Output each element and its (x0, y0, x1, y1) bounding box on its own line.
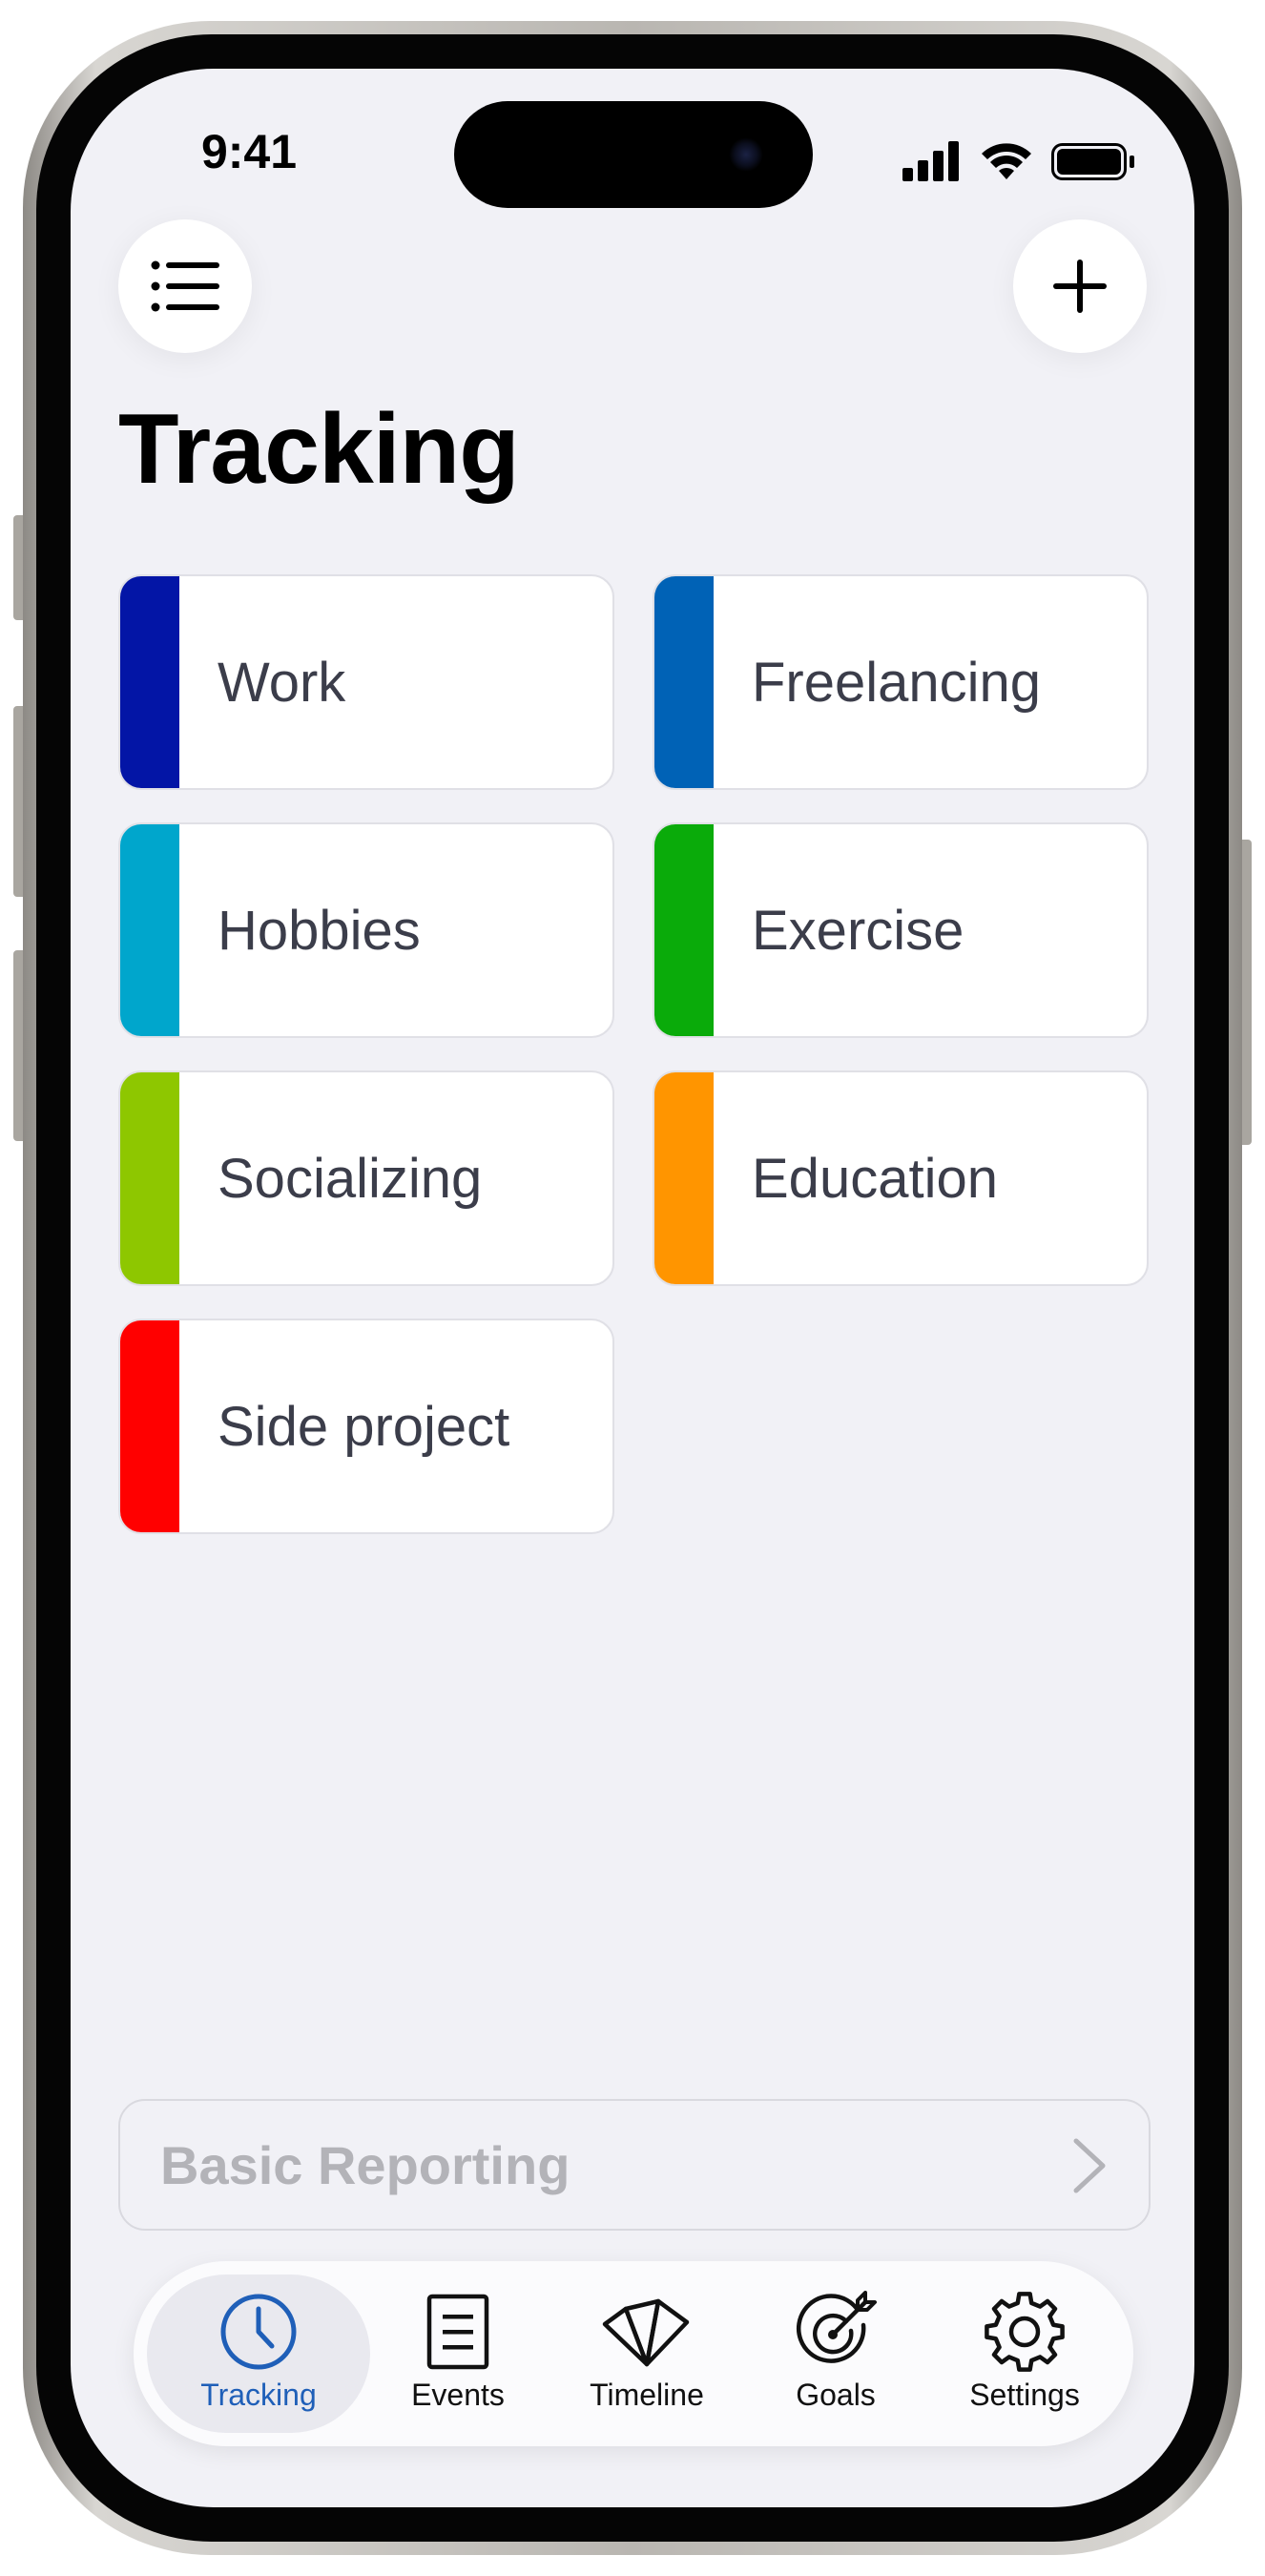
wifi-icon (982, 143, 1031, 179)
camera-icon (729, 137, 763, 172)
dynamic-island (454, 101, 813, 208)
cellular-signal-icon (902, 141, 959, 181)
category-card-work[interactable]: Work (118, 574, 614, 790)
tab-label: Timeline (590, 2378, 704, 2412)
category-color-stripe (654, 576, 714, 788)
reporting-label: Basic Reporting (160, 2134, 570, 2195)
document-icon (426, 2294, 489, 2370)
tab-bar: Tracking Events Timeline Goals Settings (134, 2261, 1133, 2446)
tab-goals[interactable]: Goals (740, 2275, 931, 2433)
battery-icon (1051, 143, 1134, 180)
category-label: Work (218, 651, 346, 714)
tab-timeline[interactable]: Timeline (551, 2275, 742, 2433)
category-label: Exercise (752, 899, 964, 962)
category-label: Education (752, 1147, 998, 1210)
add-button[interactable] (1013, 219, 1147, 353)
category-color-stripe (654, 1072, 714, 1284)
category-card-education[interactable]: Education (653, 1070, 1149, 1286)
chevron-right-icon (1073, 2138, 1106, 2193)
category-color-stripe (120, 1072, 179, 1284)
category-color-stripe (654, 824, 714, 1036)
fan-icon (602, 2298, 690, 2367)
category-label: Socializing (218, 1147, 483, 1210)
category-card-socializing[interactable]: Socializing (118, 1070, 614, 1286)
category-color-stripe (120, 576, 179, 788)
plus-icon (1053, 260, 1107, 313)
tab-settings[interactable]: Settings (929, 2275, 1120, 2433)
status-icons (902, 141, 1134, 181)
menu-button[interactable] (118, 219, 252, 353)
tab-label: Tracking (200, 2378, 317, 2412)
category-label: Freelancing (752, 651, 1042, 714)
app-screen: 9:41 Tracking Work Freelancing Hobbies E… (71, 69, 1194, 2507)
category-color-stripe (120, 824, 179, 1036)
page-title: Tracking (118, 394, 520, 505)
category-card-hobbies[interactable]: Hobbies (118, 822, 614, 1038)
tab-events[interactable]: Events (363, 2275, 553, 2433)
tab-label: Goals (796, 2378, 876, 2412)
basic-reporting-button[interactable]: Basic Reporting (118, 2099, 1151, 2231)
category-color-stripe (120, 1320, 179, 1532)
gear-outline (985, 2292, 1065, 2372)
category-label: Hobbies (218, 899, 421, 962)
category-card-exercise[interactable]: Exercise (653, 822, 1149, 1038)
clock-icon (220, 2294, 297, 2370)
status-time: 9:41 (200, 125, 298, 178)
category-card-freelancing[interactable]: Freelancing (653, 574, 1149, 790)
tab-label: Events (411, 2378, 505, 2412)
list-icon (151, 260, 219, 312)
target-icon (796, 2291, 877, 2363)
category-label: Side project (218, 1395, 510, 1458)
tab-tracking[interactable]: Tracking (147, 2275, 370, 2433)
category-grid: Work Freelancing Hobbies Exercise Social… (118, 574, 1149, 1534)
tab-label: Settings (969, 2378, 1080, 2412)
category-card-side-project[interactable]: Side project (118, 1319, 614, 1534)
gear-icon (985, 2292, 1065, 2372)
